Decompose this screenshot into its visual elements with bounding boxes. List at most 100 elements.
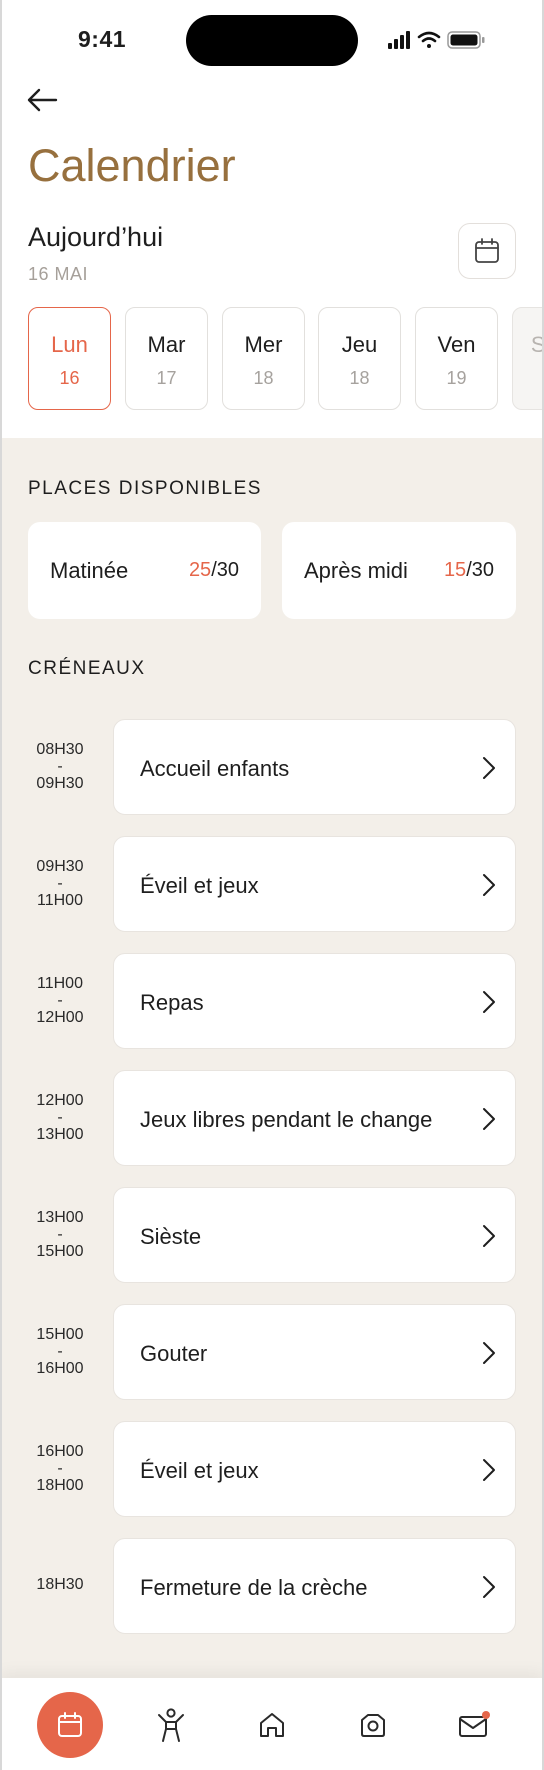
- slot-row: 09H30 - 11H00 Éveil et jeux: [0, 836, 544, 932]
- day-tab-monday[interactable]: Lun 16: [28, 307, 111, 410]
- slot-start: 12H00: [36, 1092, 84, 1109]
- signal-icon: [388, 31, 410, 49]
- places-heading: PLACES DISPONIBLES: [28, 478, 262, 499]
- slot-title: Repas: [140, 990, 204, 1015]
- slot-time: 11H00 - 12H00: [20, 975, 100, 1026]
- chevron-right-icon: [483, 874, 495, 896]
- slot-start: 16H00: [36, 1443, 84, 1460]
- slot-end: 16H00: [36, 1360, 84, 1377]
- places-count: 15/30: [444, 559, 494, 582]
- day-tab-friday[interactable]: Ven 19: [415, 307, 498, 410]
- places-available: 15: [443, 559, 467, 581]
- nav-photos[interactable]: [340, 1692, 406, 1758]
- slot-title: Accueil enfants: [140, 756, 290, 781]
- home-icon: [260, 1713, 284, 1737]
- calendar-picker-button[interactable]: [458, 223, 516, 279]
- slot-end: 11H00: [37, 892, 83, 909]
- calendar-icon: [475, 238, 499, 263]
- slot-sep: -: [57, 875, 63, 892]
- slot-start: 11H00: [37, 975, 83, 992]
- day-tab-wednesday[interactable]: Mer 18: [222, 307, 305, 410]
- wifi-icon: [417, 31, 441, 48]
- nav-home[interactable]: [239, 1692, 305, 1758]
- back-arrow-icon[interactable]: [24, 82, 60, 118]
- day-name: Lun: [51, 332, 88, 357]
- notification-badge: [482, 1711, 490, 1719]
- slot-card[interactable]: Éveil et jeux: [113, 1421, 516, 1517]
- day-tab-saturday[interactable]: Sam 20: [512, 307, 544, 410]
- chevron-right-icon: [483, 757, 495, 779]
- places-card-afternoon: Après midi 15/30: [282, 522, 516, 619]
- slot-card[interactable]: Accueil enfants: [113, 719, 516, 815]
- nav-child[interactable]: [138, 1692, 204, 1758]
- camera-icon: [361, 1714, 385, 1737]
- dynamic-island: [186, 15, 358, 66]
- slot-card[interactable]: Éveil et jeux: [113, 836, 516, 932]
- chevron-right-icon: [483, 1108, 495, 1130]
- day-number: 18: [349, 368, 370, 388]
- nav-messages[interactable]: [441, 1692, 507, 1758]
- slot-time: 12H00 - 13H00: [20, 1092, 100, 1143]
- week-day-selector: Lun 16 Mar 17 Mer 18 Jeu 18 Ven 19 Sam 2…: [28, 307, 544, 411]
- slot-title: Jeux libres pendant le change: [140, 1107, 433, 1132]
- day-name: Mar: [147, 332, 186, 357]
- slot-start: 15H00: [36, 1326, 84, 1343]
- slot-start: 08H30: [36, 741, 84, 758]
- day-tab-tuesday[interactable]: Mar 17: [125, 307, 208, 410]
- calendar-icon: [58, 1712, 82, 1737]
- slot-time: 16H00 - 18H00: [20, 1443, 100, 1494]
- places-total: /30: [466, 559, 494, 581]
- slot-end: 15H00: [36, 1243, 84, 1260]
- day-tab-thursday[interactable]: Jeu 18: [318, 307, 401, 410]
- current-date: 16 MAI: [28, 264, 89, 284]
- day-name: Mer: [244, 332, 283, 357]
- slot-row: 13H00 - 15H00 Sièste: [0, 1187, 544, 1283]
- slot-row: 08H30 - 09H30 Accueil enfants: [0, 719, 544, 815]
- page-title: Calendrier: [28, 140, 236, 191]
- mail-icon: [459, 1711, 490, 1737]
- nav-calendar[interactable]: [37, 1692, 103, 1758]
- slot-row: 11H00 - 12H00 Repas: [0, 953, 544, 1049]
- slot-card[interactable]: Fermeture de la crèche: [113, 1538, 516, 1634]
- day-name: Jeu: [341, 332, 378, 357]
- slot-start: 18H30: [36, 1576, 84, 1593]
- chevron-right-icon: [483, 1225, 495, 1247]
- chevron-right-icon: [483, 991, 495, 1013]
- slot-card[interactable]: Gouter: [113, 1304, 516, 1400]
- slot-time: 15H00 - 16H00: [20, 1326, 100, 1377]
- slot-title: Fermeture de la crèche: [140, 1575, 368, 1600]
- slot-title: Éveil et jeux: [140, 1458, 259, 1483]
- slots-heading: CRÉNEAUX: [28, 658, 146, 679]
- slot-sep: -: [57, 1109, 63, 1126]
- places-label: Matinée: [50, 558, 129, 583]
- slot-end: 09H30: [36, 775, 84, 792]
- slot-row: 18H30 Fermeture de la crèche: [0, 1538, 544, 1634]
- child-icon: [158, 1708, 184, 1742]
- places-card-morning: Matinée 25/30: [28, 522, 261, 619]
- slot-title: Gouter: [140, 1341, 208, 1366]
- slot-start: 09H30: [36, 858, 84, 875]
- slot-end: 13H00: [36, 1126, 84, 1143]
- slot-card[interactable]: Repas: [113, 953, 516, 1049]
- slot-time: 18H30: [20, 1576, 100, 1593]
- places-total: /30: [211, 559, 239, 581]
- slot-card[interactable]: Sièste: [113, 1187, 516, 1283]
- day-number: 16: [59, 368, 80, 388]
- status-icons: [388, 31, 485, 49]
- status-bar: 9:41: [0, 0, 544, 80]
- places-available: 25: [188, 559, 212, 581]
- slot-sep: -: [57, 1226, 63, 1243]
- places-label: Après midi: [304, 558, 408, 583]
- chevron-right-icon: [483, 1459, 495, 1481]
- places-count: 25/30: [189, 559, 239, 582]
- chevron-right-icon: [483, 1576, 495, 1598]
- slot-card[interactable]: Jeux libres pendant le change: [113, 1070, 516, 1166]
- status-time: 9:41: [78, 26, 127, 52]
- day-name: Ven: [437, 332, 476, 357]
- battery-icon: [447, 31, 485, 49]
- slot-end: 18H00: [36, 1477, 84, 1494]
- day-number: 18: [253, 368, 274, 388]
- slot-row: 15H00 - 16H00 Gouter: [0, 1304, 544, 1400]
- slot-time: 13H00 - 15H00: [20, 1209, 100, 1260]
- slot-start: 13H00: [36, 1209, 84, 1226]
